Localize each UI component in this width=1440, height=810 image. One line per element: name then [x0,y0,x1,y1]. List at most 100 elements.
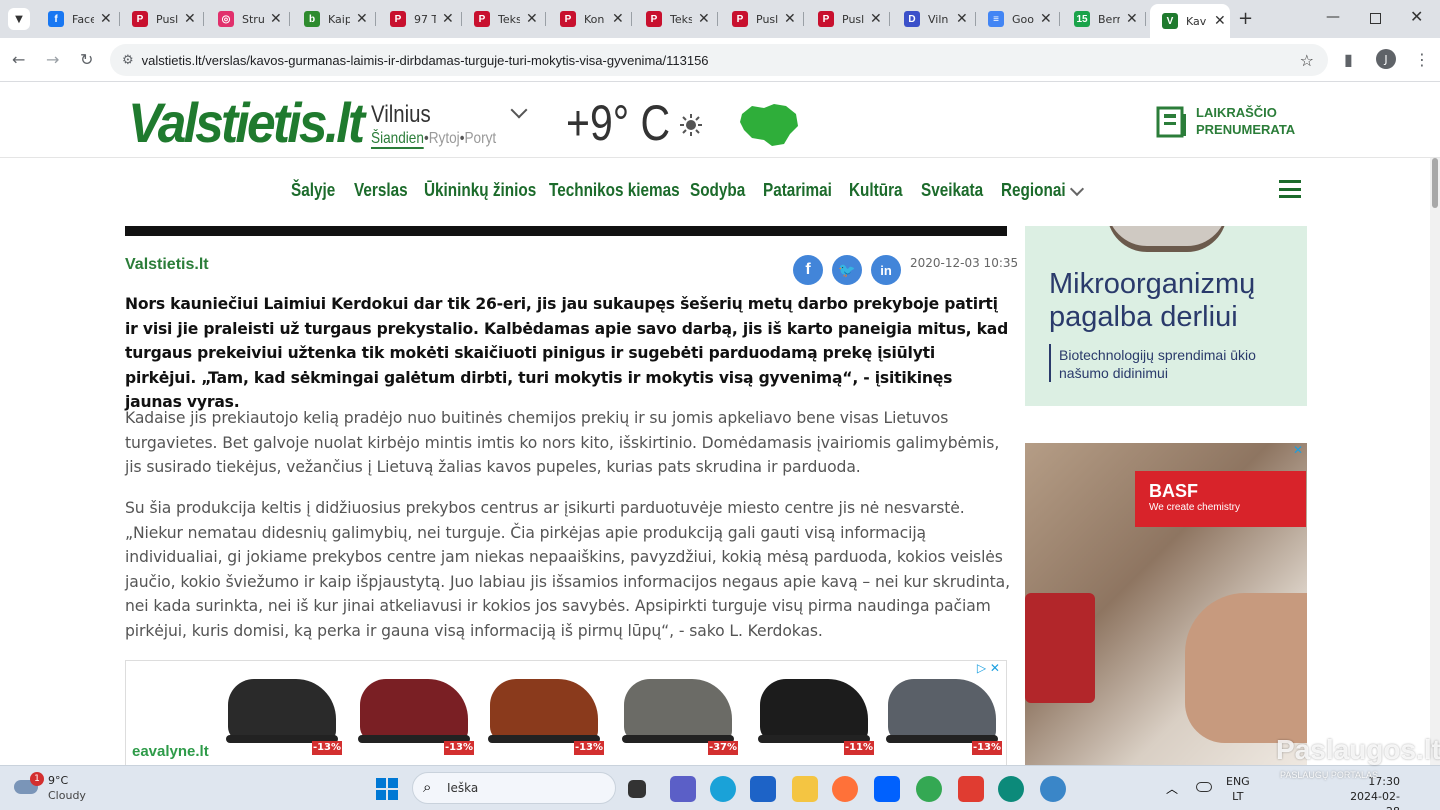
browser-tab[interactable]: ≡ Goo ✕ [976,6,1060,32]
minimize-button[interactable]: — [1326,9,1340,25]
browser-tab[interactable]: b Kaip ✕ [292,6,376,32]
article-source[interactable]: Valstietis.lt [125,256,209,274]
shoe-product[interactable]: -13% [484,669,604,755]
menu-kebab-icon[interactable]: ⋮ [1414,50,1430,69]
teams-icon[interactable] [670,776,696,802]
docs-icon: ≡ [988,11,1004,27]
tab-close-icon[interactable]: ✕ [270,11,282,27]
start-button[interactable] [376,778,398,800]
url-text: valstietis.lt/verslas/kavos-gurmanas-lai… [141,52,709,68]
edge-icon[interactable] [710,776,736,802]
browser-tab[interactable]: P Teks ✕ [634,6,718,32]
tab-close-icon[interactable]: ✕ [184,11,196,27]
nav-item-verslas[interactable]: Verslas [354,180,408,201]
lithuania-map-icon[interactable] [738,100,800,148]
mail-icon[interactable] [750,776,776,802]
nav-item-sodyba[interactable]: Sodyba [690,180,745,201]
language-indicator[interactable]: ENG LT [1226,774,1250,804]
nav-item-technikos-kiemas[interactable]: Technikos kiemas [549,180,680,201]
hamburger-menu-icon[interactable] [1279,180,1301,198]
site-info-icon[interactable]: ⚙ [122,53,134,68]
address-bar[interactable]: ⚙ valstietis.lt/verslas/kavos-gurmanas-l… [110,44,1328,76]
edge-dev-icon[interactable] [998,776,1024,802]
tab-close-icon[interactable]: ✕ [100,11,112,27]
shoe-product[interactable]: -13% [882,669,1002,755]
browser-tab[interactable]: ◎ Stru ✕ [206,6,290,32]
regionai-chevron-down-icon[interactable] [1069,181,1085,197]
browser-tab[interactable]: P 97 T ✕ [378,6,462,32]
bookmark-star-icon[interactable]: ☆ [1300,51,1314,70]
ad-brand: eavalyne.lt [132,743,209,760]
close-window-button[interactable]: ✕ [1410,7,1423,26]
nav-item-ukininku-zinios[interactable]: Ūkininkų žinios [424,180,536,201]
network-globe-icon[interactable] [1040,776,1066,802]
nav-item-patarimai[interactable]: Patarimai [763,180,832,201]
ad-choices-icon[interactable]: ✕ [1293,443,1303,457]
share-linkedin-icon[interactable]: in [871,255,901,285]
taskbar-search-input[interactable]: ⌕ Ieška [412,772,616,804]
tab-strip: ▼ f Face ✕ P Pusl ✕ ◎ Stru ✕ b Kaip ✕ P 97 T ✕ P Teks ✕ P K… [0,0,1440,38]
restore-button[interactable] [1370,13,1381,24]
onedrive-icon[interactable] [1196,782,1212,792]
subscription-link[interactable]: LAIKRAŠČIO PRENUMERATA [1156,104,1295,138]
day-after[interactable]: Poryt [464,130,496,147]
browser-tab[interactable]: D Viln ✕ [892,6,976,32]
forward-icon[interactable]: → [46,50,59,69]
paslaugos-watermark: Paslaugos.lt [1276,734,1440,765]
profile-avatar[interactable]: J [1376,49,1396,69]
browser-tab[interactable]: V Kav ✕ [1150,4,1230,38]
taskview-icon[interactable] [628,780,646,798]
back-icon[interactable]: ← [12,50,25,69]
tab-title: Face [72,12,94,26]
share-twitter-icon[interactable]: 🐦 [832,255,862,285]
nav-item-regionai[interactable]: Regionai [1001,180,1066,201]
discount-badge: -11% [844,741,874,755]
shoe-product[interactable]: -11% [754,669,874,755]
tab-close-icon[interactable]: ✕ [698,11,710,27]
nav-item-kultura[interactable]: Kultūra [849,180,903,201]
page-scrollbar[interactable] [1430,158,1440,765]
shoe-ad-banner[interactable]: ▷ ✕ eavalyne.lt -13% -13% -13% -37% -11% -13% [125,660,1007,770]
nav-item-sveikata[interactable]: Sveikata [921,180,983,201]
tab-close-icon[interactable]: ✕ [784,11,796,27]
site-logo[interactable]: Valstietis.lt [128,90,365,155]
anydesk-icon[interactable] [958,776,984,802]
city-dropdown-icon[interactable] [510,101,528,119]
dropbox-icon[interactable] [874,776,900,802]
firefox-icon[interactable] [832,776,858,802]
weather-widget[interactable]: 1 9°C Cloudy [14,772,124,806]
file-explorer-icon[interactable] [792,776,818,802]
tab-close-icon[interactable]: ✕ [1040,11,1052,27]
tab-close-icon[interactable]: ✕ [870,11,882,27]
tab-close-icon[interactable]: ✕ [956,11,968,27]
shoe-product[interactable]: -37% [618,669,738,755]
tab-close-icon[interactable]: ✕ [1126,11,1138,27]
side-ad-microorganisms[interactable]: Mikroorganizmų pagalba derliui Biotechno… [1025,226,1307,406]
reload-icon[interactable]: ↻ [80,50,93,69]
browser-tab[interactable]: P Kon ✕ [548,6,632,32]
scrollbar-thumb[interactable] [1432,158,1438,208]
browser-tab[interactable]: P Pusl ✕ [720,6,804,32]
browser-tab[interactable]: P Teks ✕ [462,6,546,32]
sidepanel-icon[interactable]: ▮ [1344,50,1353,69]
side-ad-basf[interactable]: BASF We create chemistry ✕ [1025,443,1307,773]
tab-close-icon[interactable]: ✕ [1214,13,1226,29]
day-tomorrow[interactable]: Rytoj [429,130,460,147]
day-today[interactable]: Šiandien [371,130,424,149]
tab-search-button[interactable]: ▼ [8,8,30,30]
nav-item-salyje[interactable]: Šalyje [291,180,335,201]
share-facebook-icon[interactable]: f [793,255,823,285]
shoe-product[interactable]: -13% [354,669,474,755]
tab-close-icon[interactable]: ✕ [612,11,624,27]
tab-close-icon[interactable]: ✕ [442,11,454,27]
browser-tab[interactable]: f Face ✕ [36,6,120,32]
tab-close-icon[interactable]: ✕ [526,11,538,27]
tray-chevron-up-icon[interactable]: ︿ [1166,780,1178,797]
browser-tab[interactable]: P Pusl ✕ [806,6,890,32]
browser-tab[interactable]: P Pusl ✕ [120,6,204,32]
chrome-icon[interactable] [916,776,942,802]
new-tab-button[interactable]: + [1238,8,1253,29]
shoe-product[interactable]: -13% [222,669,342,755]
browser-tab[interactable]: 15 Berr ✕ [1062,6,1146,32]
tab-close-icon[interactable]: ✕ [356,11,368,27]
